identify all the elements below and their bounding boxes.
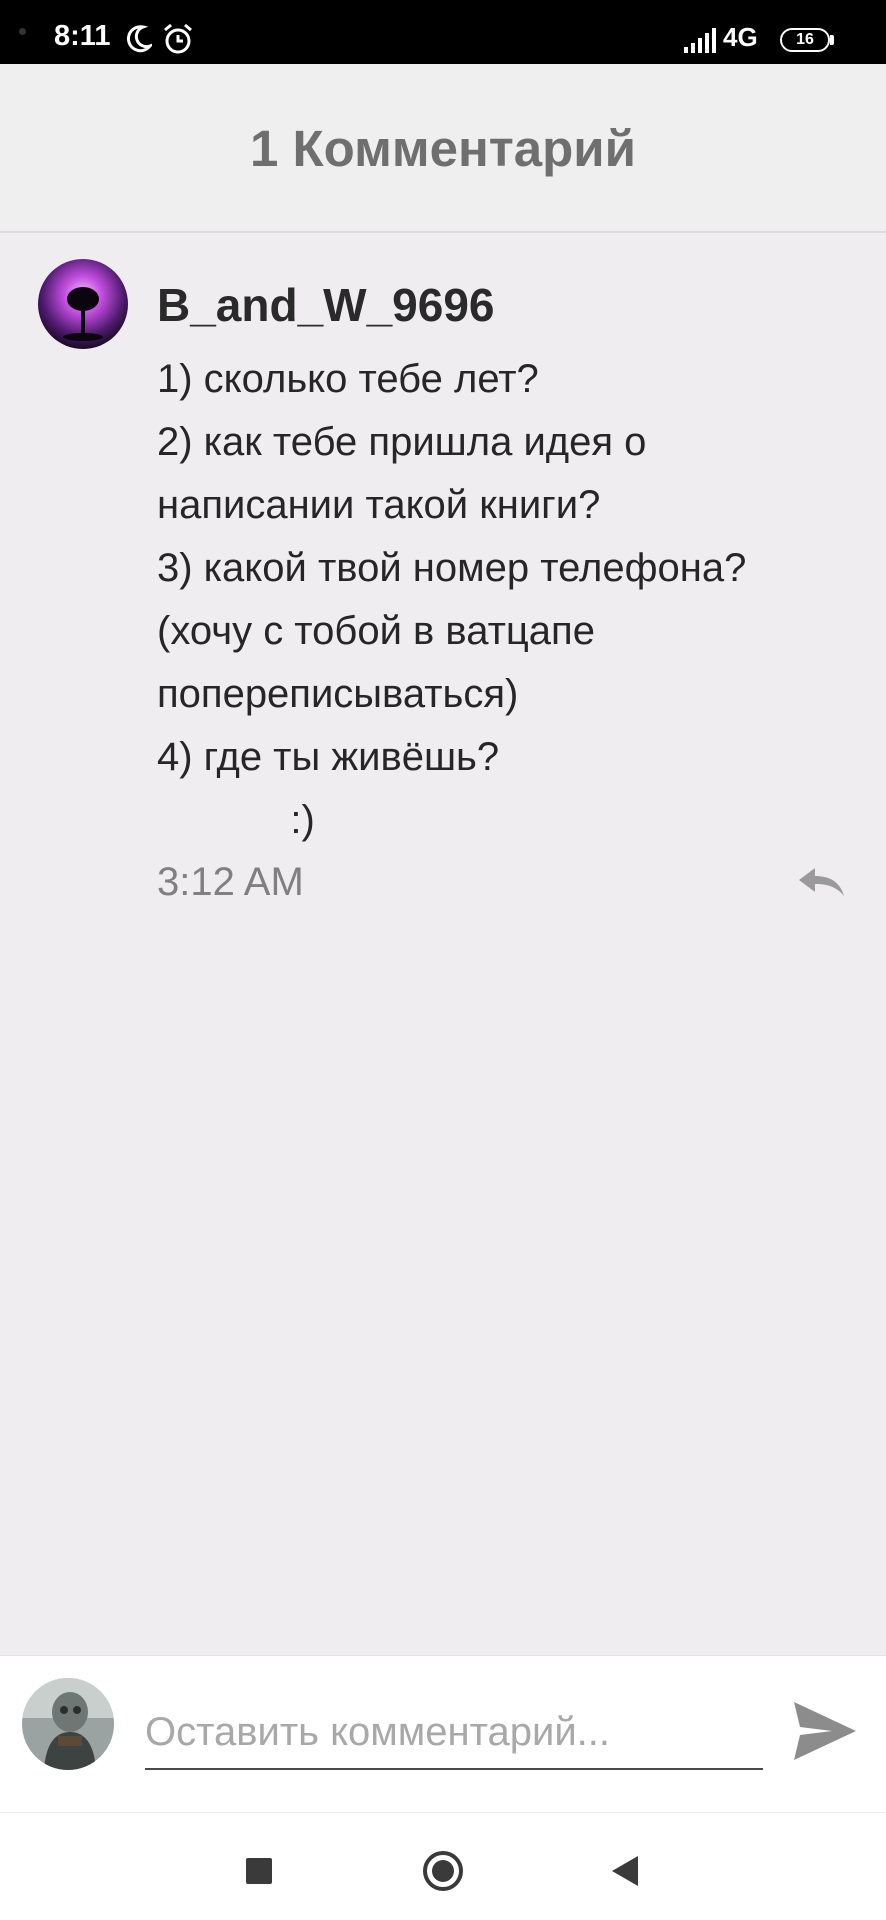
page-title: 1 Комментарий bbox=[250, 120, 636, 177]
comment-input-bar bbox=[0, 1655, 886, 1813]
comment-input[interactable] bbox=[145, 1696, 763, 1770]
signal-icon bbox=[684, 28, 716, 53]
recents-icon[interactable] bbox=[245, 1857, 273, 1885]
camera-dot bbox=[19, 28, 26, 35]
network-type: 4G bbox=[723, 22, 758, 52]
comment-line: 1) сколько тебе лет? bbox=[157, 357, 539, 401]
comment-line: 2) как тебе пришла идея о bbox=[157, 420, 647, 464]
comment-line: попереписываться) bbox=[157, 672, 519, 716]
status-bar: 8:11 4G 16 bbox=[0, 0, 886, 64]
battery-indicator: 16 bbox=[780, 28, 830, 52]
comment-line: :) bbox=[157, 798, 315, 842]
alarm-icon bbox=[164, 23, 192, 54]
comment-timestamp: 3:12 AM bbox=[157, 860, 304, 904]
header: 1 Комментарий bbox=[0, 64, 886, 233]
home-icon[interactable] bbox=[422, 1850, 464, 1892]
comment-author[interactable]: B_and_W_9696 bbox=[157, 278, 495, 333]
comment-line: 3) какой твой номер телефона? bbox=[157, 546, 747, 590]
battery-tip bbox=[830, 35, 834, 45]
system-nav-bar bbox=[0, 1812, 886, 1920]
author-avatar[interactable] bbox=[38, 259, 128, 349]
comment-line: написании такой книги? bbox=[157, 483, 601, 527]
comment-line: (хочу с тобой в ватцапе bbox=[157, 609, 595, 653]
send-icon[interactable] bbox=[792, 1700, 858, 1762]
comment-text: 1) сколько тебе лет? 2) как тебе пришла … bbox=[157, 348, 857, 852]
comments-screen: 8:11 4G 16 1 Комментарий B_and_W_9696 1)… bbox=[0, 0, 886, 1920]
status-time: 8:11 bbox=[54, 20, 111, 52]
reply-icon[interactable] bbox=[796, 864, 846, 900]
back-icon[interactable] bbox=[610, 1854, 640, 1888]
user-avatar bbox=[22, 1678, 114, 1770]
comment-line: 4) где ты живёшь? bbox=[157, 735, 500, 779]
moon-icon bbox=[127, 25, 152, 53]
